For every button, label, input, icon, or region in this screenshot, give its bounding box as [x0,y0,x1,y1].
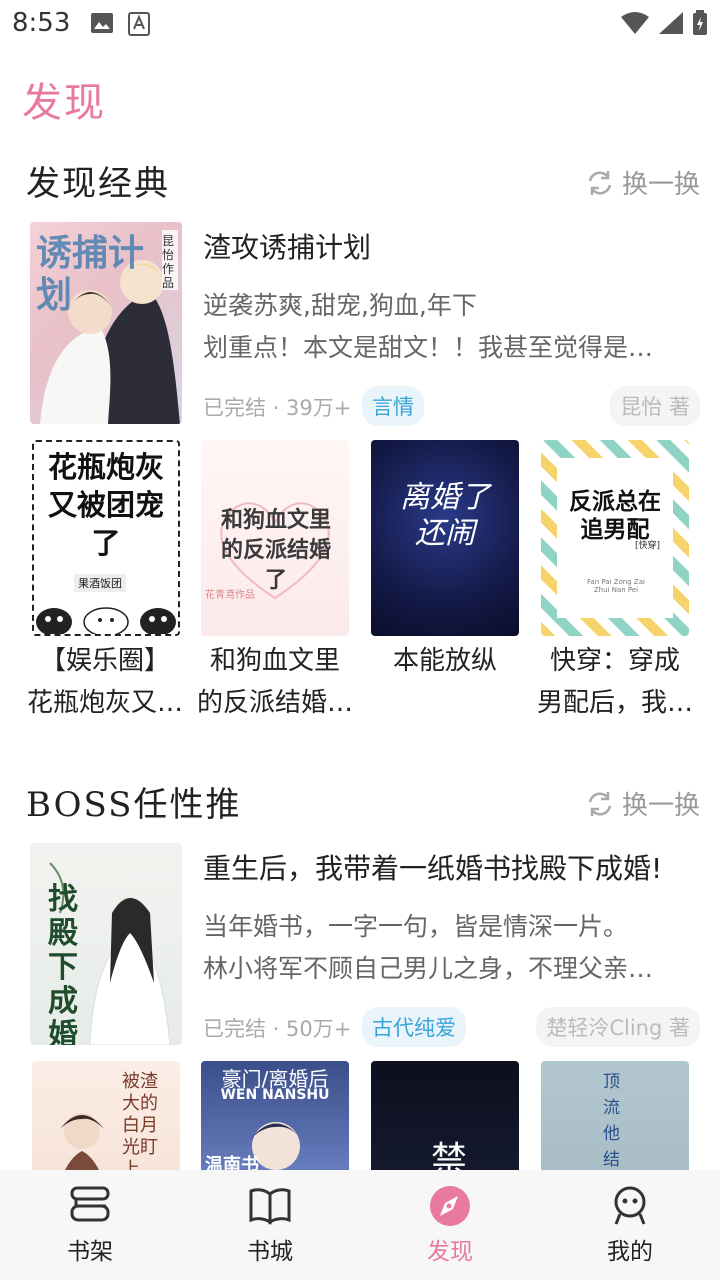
status-time: 8:53 [12,8,71,38]
cover-author: 果酒饭团 [74,574,126,592]
image-notification-icon [91,13,113,33]
feature-description: 划重点！本文是甜文！！我甚至觉得是… [203,333,654,362]
nav-item-profile[interactable]: 我的 [540,1170,720,1280]
genre-tag[interactable]: 言情 [362,386,424,426]
feature-meta: 已完结 · 50万+ [203,1017,352,1041]
cover-title: 诱捕计划 [36,232,145,316]
bookshelf-icon [70,1186,110,1222]
book-cover[interactable]: 找殿下成婚 [30,843,182,1045]
feature-tags-line: 当年婚书，一字一句，皆是情深一片。 [203,912,629,941]
book-title: 和狗血文里 的反派结婚… [196,646,353,718]
cover-title: 和狗血文里的反派结婚了 [220,508,331,593]
refresh-icon [588,791,612,816]
page-title: 发现 [22,80,106,126]
cover-title: 离婚了还闹 [400,480,490,551]
author-badge: 楚轻泠Cling 著 [536,1007,700,1047]
nav-label: 书城 [247,1239,293,1265]
nav-label: 我的 [607,1239,653,1265]
cover-author: 花青鸢作品 [205,590,255,601]
book-open-icon [249,1188,291,1225]
book-title: 本能放纵 [392,646,497,676]
book-title: 【娱乐圈】 花瓶炮灰又… [26,646,183,718]
cover-subtitle: 昆怡作品 [162,234,175,290]
font-notification-icon [128,12,150,36]
book-cover[interactable]: 离婚了还闹 [371,440,519,636]
compass-icon [430,1186,470,1226]
book-cover[interactable]: 诱捕计划 昆怡作品 [30,222,182,424]
refresh-button-classics[interactable]: 换一换 [586,164,700,201]
feature-description: 林小将军不顾自己男儿之身，不理父亲… [203,954,654,983]
feature-tags-line: 逆袭苏爽,甜宠,狗血,年下 [203,291,477,320]
nav-label: 书架 [67,1239,113,1265]
status-bar: 8:53 [0,0,720,48]
feature-meta: 已完结 · 39万+ [203,396,352,420]
refresh-label: 换一换 [621,170,700,200]
cell-signal-icon [659,12,683,34]
author-badge: 昆怡 著 [610,386,700,426]
cover-pinyin: Fan Pai Zong Zai Zhui Nan Pei [587,578,645,594]
battery-icon [693,10,707,35]
section-title-boss-picks: BOSS任性推 [26,785,242,825]
book-title: 快穿：穿成 男配后，我… [536,646,693,718]
nav-item-discover[interactable]: 发现 [360,1170,540,1280]
feature-book-classics[interactable]: 诱捕计划 昆怡作品 渣攻诱捕计划 逆袭苏爽,甜宠,狗血,年下 划重点！本文是甜文… [30,222,700,426]
cover-tag: [快穿] [635,541,661,551]
refresh-label: 换一换 [621,791,700,821]
feature-title: 渣攻诱捕计划 [203,231,372,264]
bottom-nav: 书架 书城 发现 我的 [0,1170,720,1280]
cover-title: 顶流他结 [603,1072,620,1170]
profile-icon [614,1186,646,1225]
nav-label: 发现 [427,1239,473,1265]
book-cover[interactable]: 反派总在追男配 [快穿] Fan Pai Zong Zai Zhui Nan P… [541,440,689,636]
cover-title: 找殿下成婚 [48,882,78,1046]
nav-item-bookstore[interactable]: 书城 [180,1170,360,1280]
refresh-icon [588,170,612,195]
refresh-button-boss-picks[interactable]: 换一换 [586,785,700,822]
book-cover[interactable]: 花瓶炮灰又被团宠了 果酒饭团 [32,440,180,636]
genre-tag[interactable]: 古代纯爱 [362,1007,466,1047]
feature-title: 重生后，我带着一纸婚书找殿下成婚! [203,852,663,885]
cover-title: 花瓶炮灰又被团宠了 [47,450,164,560]
wifi-icon [621,12,649,34]
section-title-classics: 发现经典 [26,164,170,204]
cover-title: 被渣大的白月光盯上 [122,1071,158,1180]
cover-title: 反派总在追男配 [569,489,661,543]
book-cover[interactable]: 和狗血文里的反派结婚了 花青鸢作品 [201,440,349,636]
nav-item-bookshelf[interactable]: 书架 [0,1170,180,1280]
feature-book-boss-picks[interactable]: 找殿下成婚 重生后，我带着一纸婚书找殿下成婚! 当年婚书，一字一句，皆是情深一片… [30,843,700,1047]
